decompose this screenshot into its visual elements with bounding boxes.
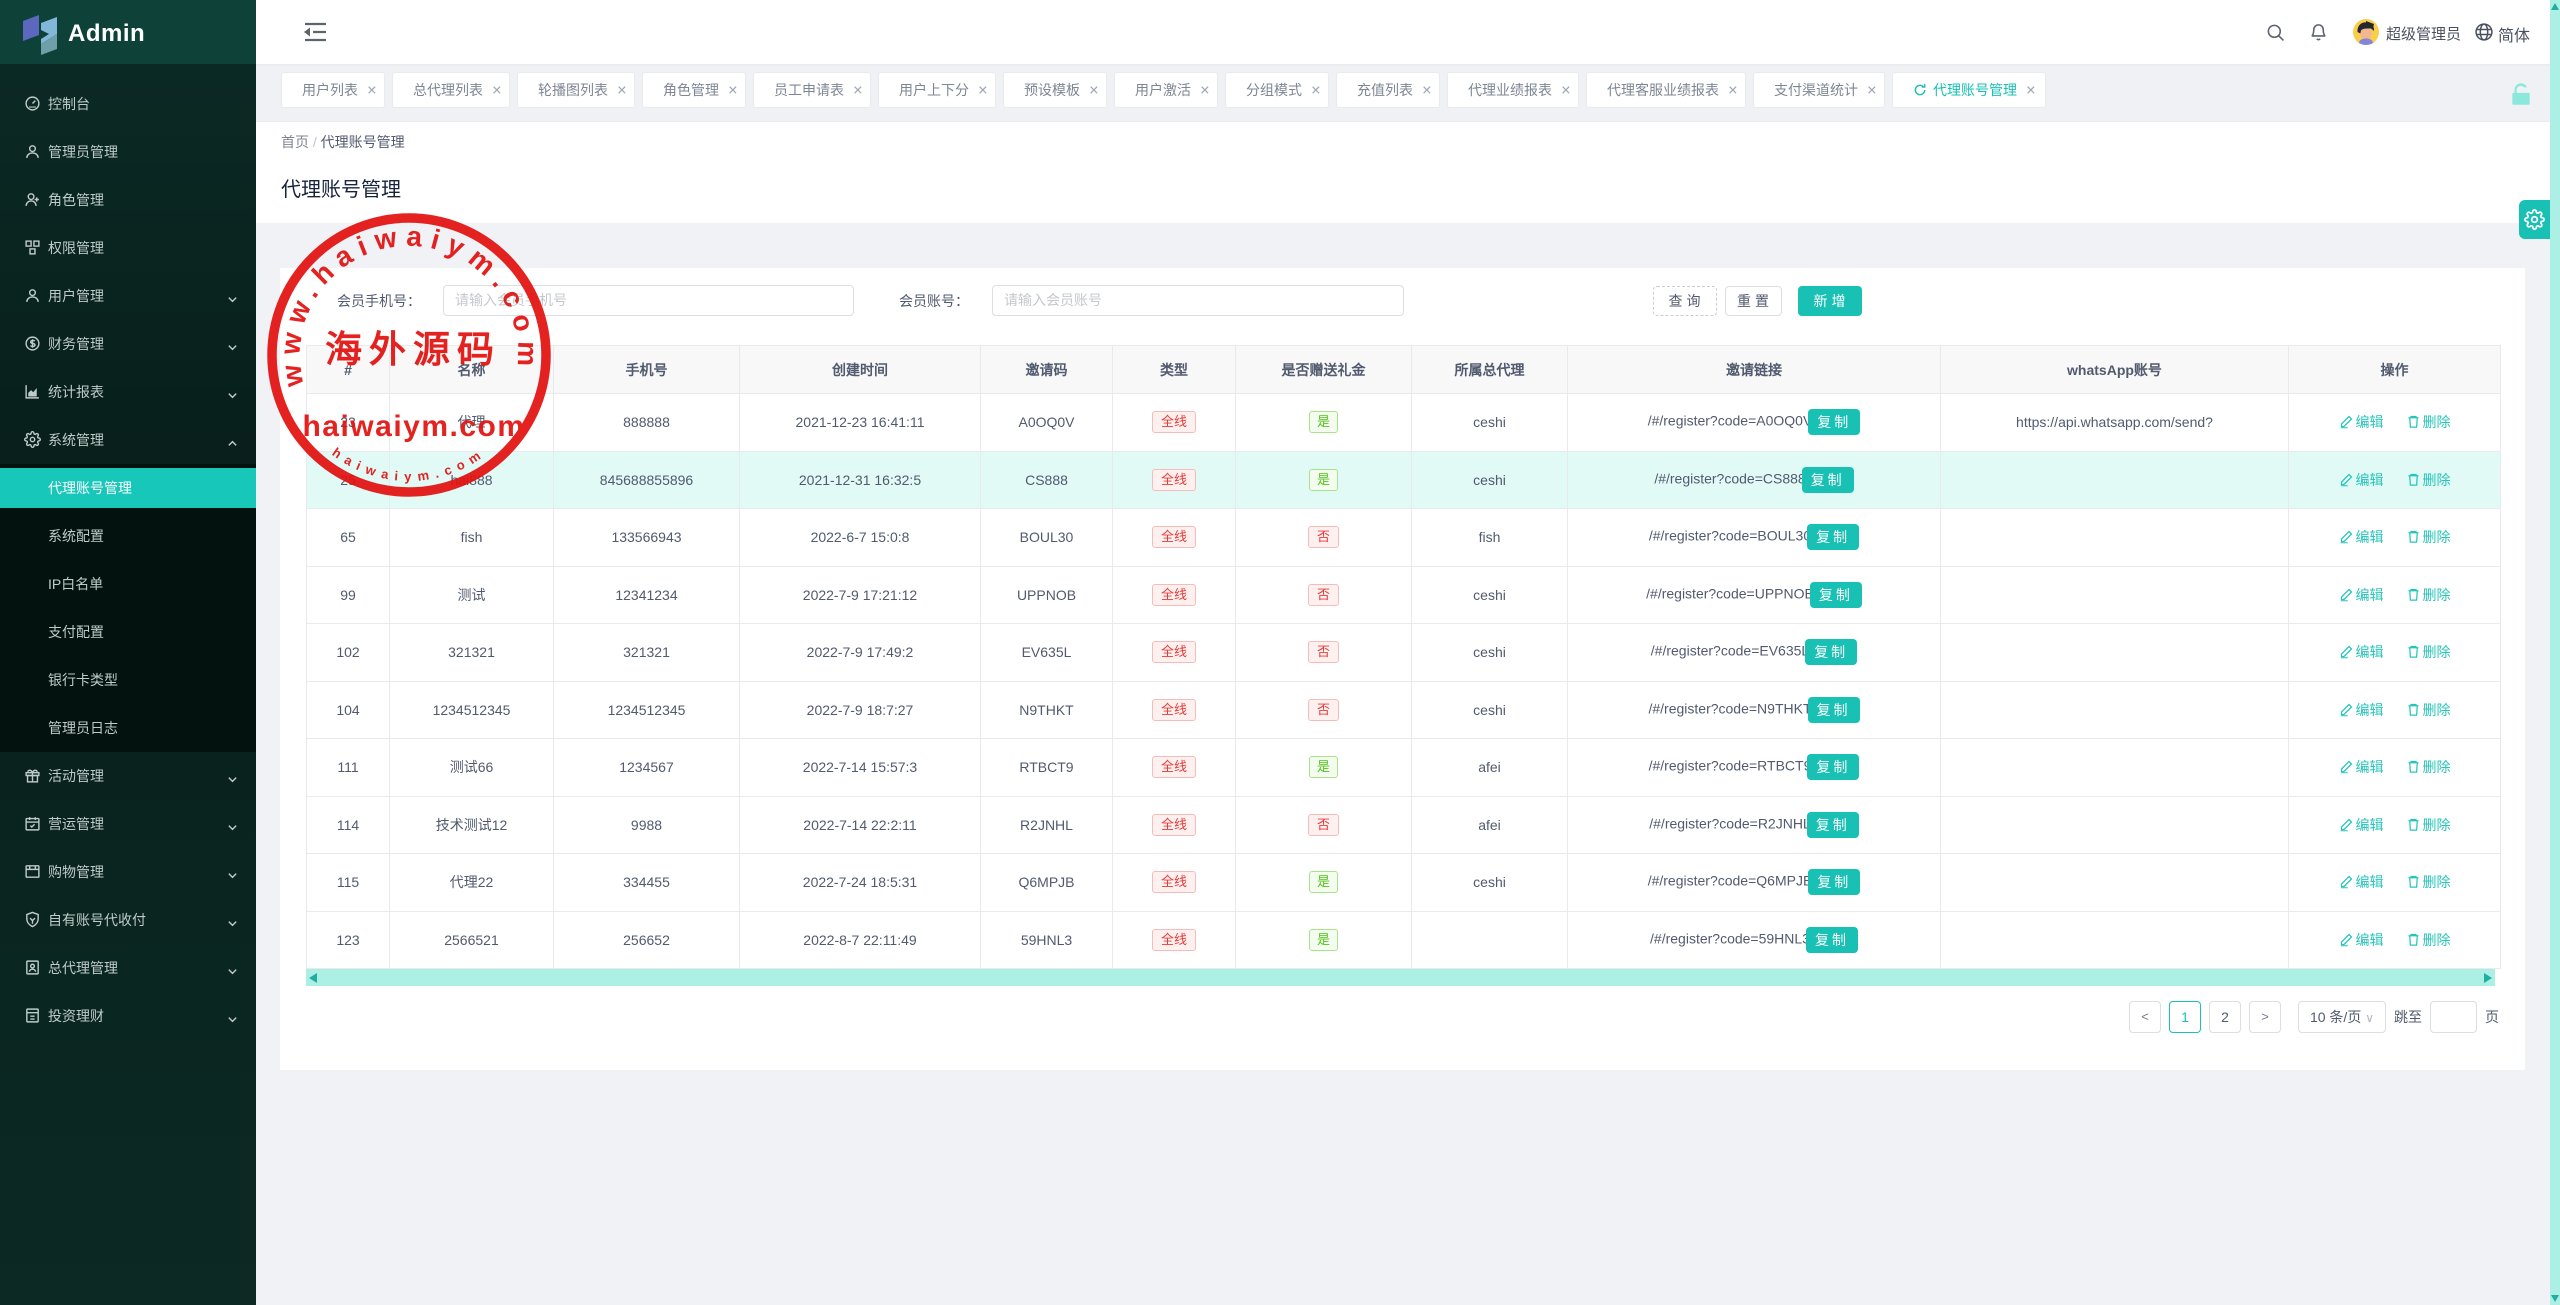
svg-text:海外源码: 海外源码 bbox=[325, 329, 501, 370]
svg-text:haiwaiym.com: haiwaiym.com bbox=[302, 410, 525, 443]
